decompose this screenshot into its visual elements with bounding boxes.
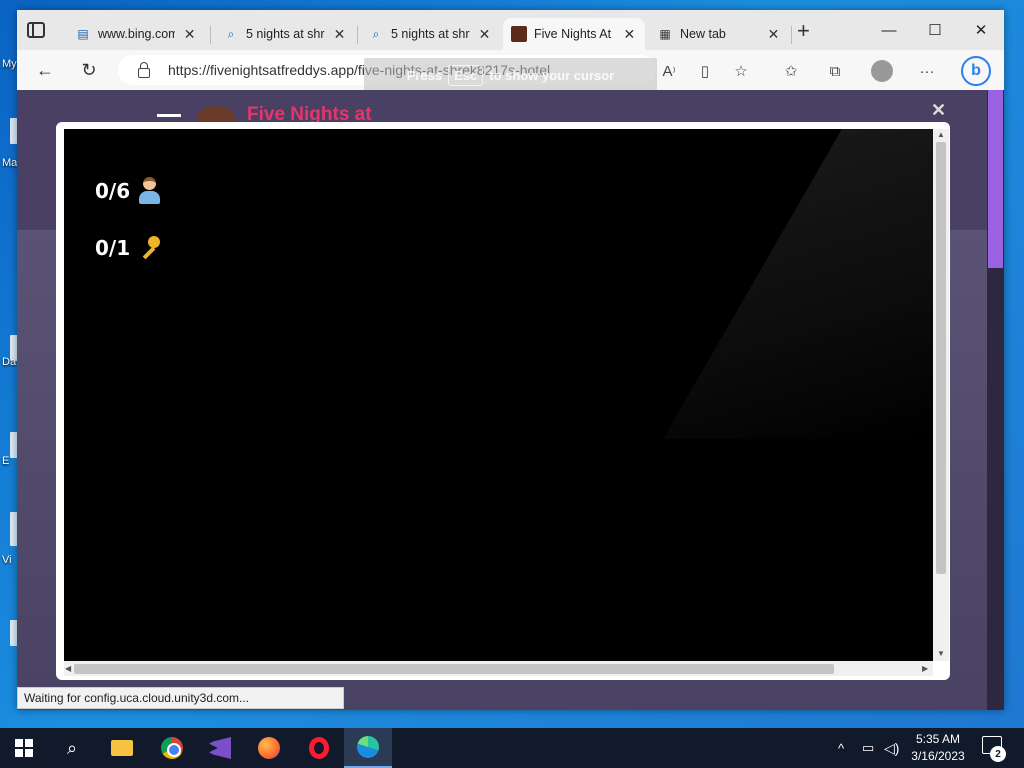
maximize-button[interactable]: ☐ [913, 18, 957, 42]
survivors-count: 0/6 [95, 179, 131, 203]
desktop-icon-label[interactable]: Vi [2, 554, 12, 566]
edge-icon [357, 736, 379, 758]
desktop-icon-label[interactable]: Ma [2, 157, 17, 169]
desktop-icon-label[interactable]: Da [2, 356, 16, 368]
folder-icon [111, 740, 133, 756]
keys-counter: 0/1 [95, 236, 161, 260]
firefox-button[interactable] [245, 728, 293, 768]
tab-actions-icon[interactable] [27, 22, 45, 38]
chrome-button[interactable] [148, 728, 196, 768]
volume-icon[interactable]: ◁) [884, 728, 899, 768]
tab-close-icon[interactable]: ✕ [622, 26, 637, 43]
game-favicon-icon [511, 26, 527, 42]
game-canvas[interactable]: 0/6 0/1 [64, 129, 933, 661]
profile-avatar[interactable] [871, 60, 893, 82]
page-doc-icon: ▤ [77, 27, 89, 41]
favorites-icon[interactable]: ✩ [779, 60, 803, 82]
hint-rest: to show your cursor [489, 67, 615, 83]
tab-search-2[interactable]: ⌕ 5 nights at shre ✕ [360, 18, 500, 50]
visual-studio-icon [209, 737, 231, 759]
taskbar-search-icon[interactable]: ⌕ [48, 728, 96, 768]
network-icon[interactable]: ▭ [862, 728, 874, 768]
keys-count: 0/1 [95, 236, 131, 260]
tab-search-1[interactable]: ⌕ 5 nights at shre ✕ [215, 18, 355, 50]
survivors-counter: 0/6 [95, 177, 161, 205]
tab-label: www.bing.com [98, 27, 176, 41]
system-clock[interactable]: 5:35 AM 3/16/2023 [900, 731, 976, 765]
tab-close-icon[interactable]: ✕ [332, 26, 347, 43]
add-favorite-icon[interactable]: ☆ [729, 60, 753, 82]
close-game-icon[interactable]: ✕ [931, 100, 946, 121]
scroll-right-icon[interactable]: ▶ [922, 664, 928, 673]
windows-logo-icon [15, 739, 33, 757]
read-aloud-icon[interactable]: A ⁾ [657, 60, 681, 82]
tab-bing[interactable]: ▤ www.bing.com ✕ [67, 18, 205, 50]
notification-badge: 2 [990, 746, 1006, 762]
key-icon [138, 236, 161, 260]
tab-label: 5 nights at shre [391, 27, 470, 41]
opera-button[interactable] [295, 728, 343, 768]
tab-close-icon[interactable]: ✕ [182, 26, 197, 43]
web-page: Five Nights at ✕ 0/6 0/1 ▲ ▼ ◀ ▶ [17, 90, 1004, 710]
visual-studio-button[interactable] [196, 728, 244, 768]
new-tab-button[interactable]: + [797, 20, 810, 42]
hamburger-menu-icon[interactable] [157, 114, 181, 117]
newtab-icon: ▦ [659, 27, 671, 41]
tab-new-tab[interactable]: ▦ New tab ✕ [649, 18, 789, 50]
lock-icon [138, 62, 150, 78]
more-menu-icon[interactable]: ··· [915, 60, 939, 82]
back-arrow-icon[interactable]: ← [31, 58, 59, 82]
opera-icon [309, 737, 329, 759]
tab-five-nights[interactable]: Five Nights At ✕ [503, 18, 645, 50]
edge-button[interactable] [344, 728, 392, 768]
hint-key: Esc [448, 64, 484, 86]
search-icon: ⌕ [372, 26, 380, 41]
search-icon: ⌕ [227, 26, 235, 41]
browser-window: ▤ www.bing.com ✕ ⌕ 5 nights at shre ✕ ⌕ … [17, 10, 1004, 710]
page-scrollbar-thumb[interactable] [988, 90, 1003, 268]
firefox-icon [258, 737, 280, 759]
tab-label: 5 nights at shre [246, 27, 325, 41]
bing-chat-icon[interactable]: b [961, 56, 991, 86]
hint-press: Press [406, 67, 443, 83]
close-window-button[interactable]: ✕ [959, 18, 1003, 42]
game-frame: 0/6 0/1 ▲ ▼ ◀ ▶ [56, 122, 950, 680]
minimize-button[interactable]: — [867, 18, 911, 42]
tab-close-icon[interactable]: ✕ [766, 26, 781, 43]
status-bar: Waiting for config.uca.cloud.unity3d.com… [17, 687, 344, 709]
tab-close-icon[interactable]: ✕ [477, 26, 492, 43]
person-icon [138, 177, 161, 205]
refresh-icon[interactable]: ↻ [75, 58, 103, 82]
tab-bar: ▤ www.bing.com ✕ ⌕ 5 nights at shre ✕ ⌕ … [17, 10, 1004, 50]
taskbar: ⌕ ^ ▭ ◁) 5:35 AM 3/16/2023 2 [0, 728, 1024, 768]
collections-icon[interactable]: ⧉ [823, 60, 847, 82]
immersive-reader-icon[interactable]: ▯ [693, 60, 717, 82]
desktop-icon-label[interactable]: E [2, 455, 9, 467]
file-explorer-button[interactable] [98, 728, 146, 768]
scroll-left-icon[interactable]: ◀ [65, 664, 71, 673]
scroll-up-icon[interactable]: ▲ [937, 130, 945, 139]
tray-chevron-icon[interactable]: ^ [838, 728, 844, 768]
scroll-down-icon[interactable]: ▼ [937, 649, 945, 658]
fullscreen-hint: Press Esc to show your cursor [364, 58, 657, 92]
tab-label: Five Nights At [534, 27, 612, 41]
game-shadow-wall [662, 129, 933, 439]
desktop-icon-label[interactable]: My [2, 58, 17, 70]
frame-vertical-scroll-thumb[interactable] [936, 142, 946, 574]
clock-time: 5:35 AM [915, 732, 961, 746]
clock-date: 3/16/2023 [911, 749, 965, 763]
chrome-icon [161, 737, 183, 759]
frame-horizontal-scroll-thumb[interactable] [74, 664, 834, 674]
start-button[interactable] [0, 728, 48, 768]
tab-label: New tab [680, 27, 726, 41]
